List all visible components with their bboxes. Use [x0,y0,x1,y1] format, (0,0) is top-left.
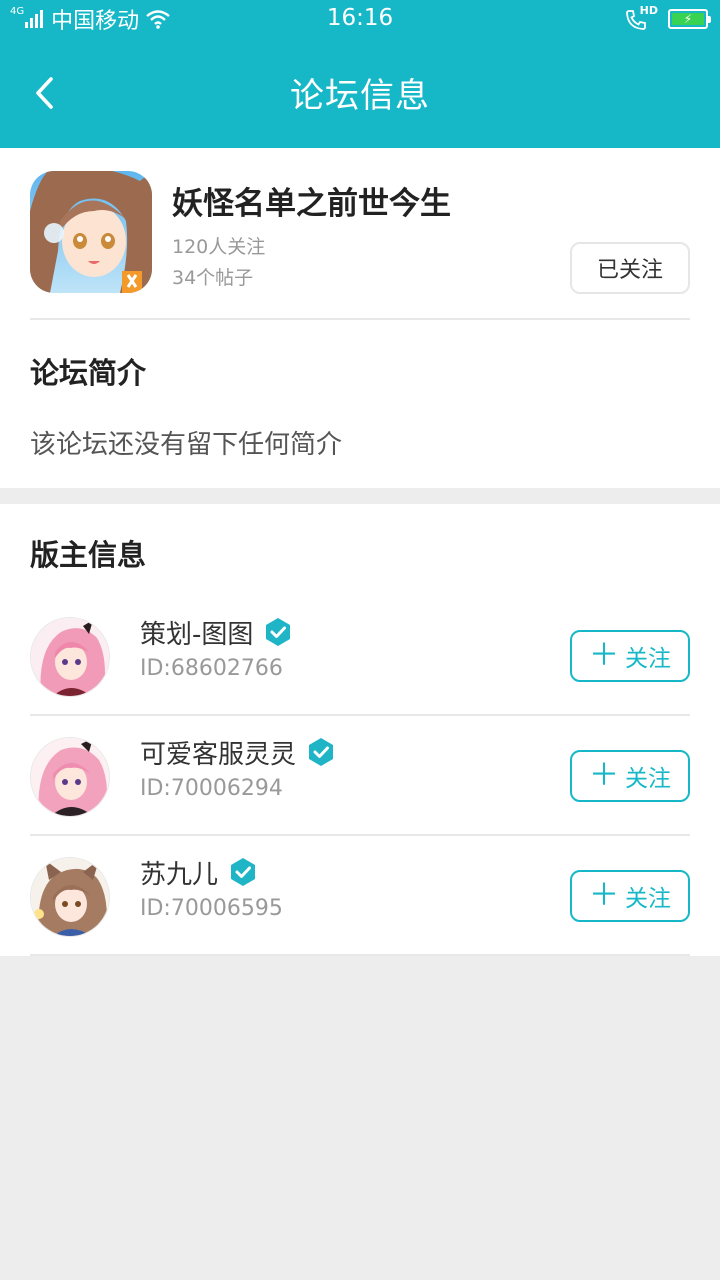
forum-app-icon [30,171,152,293]
followed-button[interactable]: 已关注 [570,242,690,294]
moderator-name-line: 可爱客服灵灵 [140,732,336,772]
verified-icon [266,618,291,646]
moderator-id: ID:70006294 [140,776,283,801]
moderator-id: ID:70006595 [140,896,283,921]
follow-label: 关注 [625,886,671,912]
status-right: HD ⚡ [624,4,711,33]
moderator-name-line: 苏九儿 [140,852,258,892]
intro-text: 该论坛还没有留下任何简介 [30,430,343,460]
clock: 16:16 [326,5,394,31]
moderator-name: 可爱客服灵灵 [140,739,297,770]
avatar[interactable] [30,857,110,937]
post-count: 34个帖子 [172,267,254,289]
follower-count: 120人关注 [172,236,266,258]
moderator-row[interactable]: 策划-图图 ID:68602766 ＋ 关注 [0,596,720,716]
follow-button[interactable]: ＋ 关注 [570,750,690,802]
forum-name: 妖怪名单之前世今生 [172,186,451,222]
moderators-heading: 版主信息 [30,538,147,572]
verified-icon [231,858,256,886]
intro-heading: 论坛简介 [30,356,147,390]
moderator-name: 苏九儿 [140,859,219,890]
divider [30,318,690,320]
moderator-row[interactable]: 可爱客服灵灵 ID:70006294 ＋ 关注 [0,716,720,836]
hd-badge: HD [639,4,658,17]
plus-icon: ＋ [589,758,619,793]
page-title: 论坛信息 [290,76,430,116]
follow-label: 关注 [625,646,671,672]
moderator-id: ID:68602766 [140,656,283,681]
battery-icon: ⚡ [668,9,711,29]
forum-info-card: 妖怪名单之前世今生 120人关注 34个帖子 已关注 论坛简介 该论坛还没有留下… [0,148,720,488]
moderator-name-line: 策划-图图 [140,612,293,652]
nav-bar: 论坛信息 [0,38,720,148]
divider [30,954,690,956]
follow-button[interactable]: ＋ 关注 [570,630,690,682]
moderators-card: 版主信息 策划-图图 ID:68602766 ＋ 关注 可爱客服灵灵 ID:70… [0,504,720,956]
plus-icon: ＋ [589,878,619,913]
plus-icon: ＋ [589,638,619,673]
avatar[interactable] [30,617,110,697]
hd-call-icon: HD [624,4,658,32]
status-bar: 4G 中国移动 16:16 HD ⚡ [0,0,720,38]
moderator-row[interactable]: 苏九儿 ID:70006595 ＋ 关注 [0,836,720,956]
verified-icon [309,738,334,766]
charging-icon: ⚡ [672,12,704,26]
avatar[interactable] [30,737,110,817]
follow-button[interactable]: ＋ 关注 [570,870,690,922]
moderator-name: 策划-图图 [140,619,254,650]
follow-label: 关注 [625,766,671,792]
